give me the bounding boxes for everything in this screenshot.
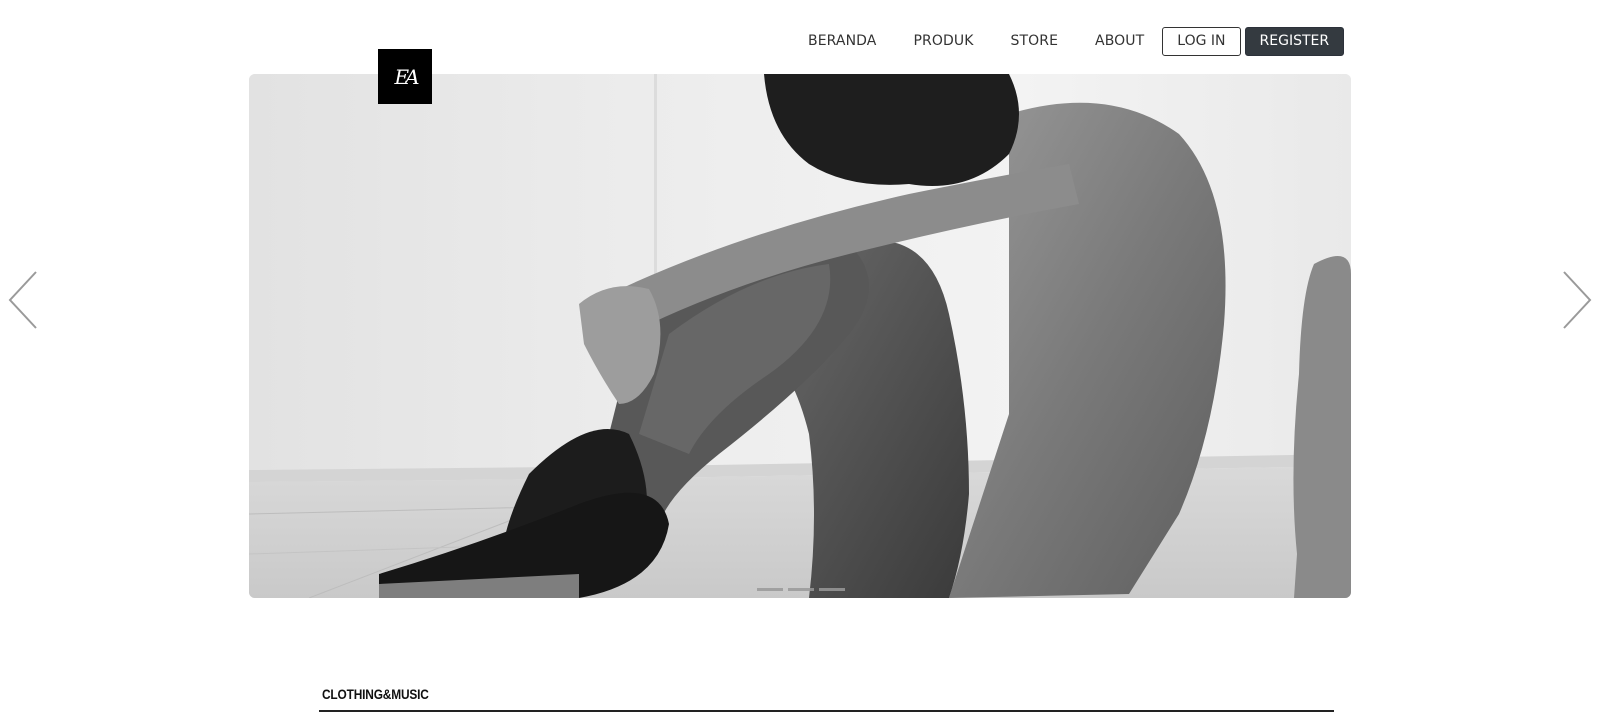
carousel-prev-button[interactable] (8, 270, 44, 330)
section-title: CLOTHING&MUSIC (322, 686, 429, 702)
carousel-indicators (757, 588, 850, 591)
nav-link-beranda[interactable]: BERANDA (808, 27, 876, 56)
section-divider (319, 710, 1334, 712)
main-nav: BERANDA PRODUK STORE ABOUT LOG IN REGIST… (808, 27, 1345, 56)
chevron-right-icon (1563, 271, 1592, 329)
register-button[interactable]: REGISTER (1244, 27, 1345, 56)
brand-logo-text: EA (394, 64, 419, 89)
hero-photo (249, 74, 1351, 598)
carousel-indicator-1[interactable] (757, 588, 783, 591)
chevron-left-icon (8, 271, 37, 329)
carousel-next-button[interactable] (1556, 270, 1592, 330)
nav-link-store[interactable]: STORE (1010, 27, 1058, 56)
nav-link-produk[interactable]: PRODUK (913, 27, 973, 56)
hero-carousel-slide (249, 74, 1351, 598)
brand-logo[interactable]: EA (378, 49, 432, 104)
carousel-indicator-3[interactable] (819, 588, 845, 591)
carousel-indicator-2[interactable] (788, 588, 814, 591)
nav-link-about[interactable]: ABOUT (1095, 27, 1144, 56)
login-button[interactable]: LOG IN (1162, 27, 1241, 56)
